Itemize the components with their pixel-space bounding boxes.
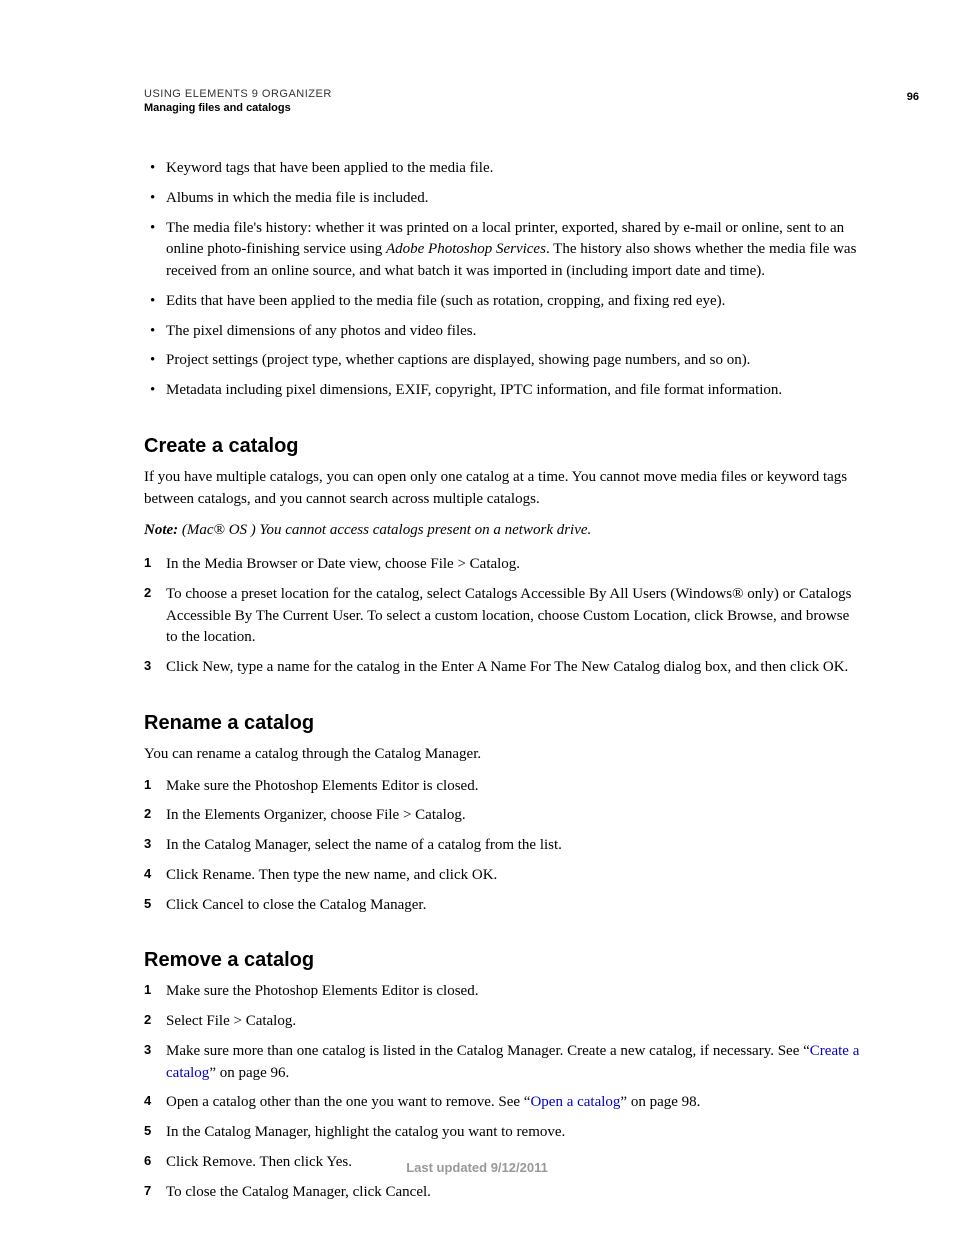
step-text: Select File > Catalog. — [166, 1013, 296, 1029]
list-item: The media file's history: whether it was… — [144, 218, 864, 283]
top-bullet-list: Keyword tags that have been applied to t… — [144, 158, 864, 402]
rename-steps: Make sure the Photoshop Elements Editor … — [144, 776, 864, 917]
footer-updated: Last updated 9/12/2011 — [0, 1160, 954, 1175]
step-item: To close the Catalog Manager, click Canc… — [144, 1182, 864, 1204]
note-label: Note: — [144, 522, 178, 538]
create-note: Note: (Mac® OS ) You cannot access catal… — [144, 520, 864, 542]
content: Keyword tags that have been applied to t… — [144, 158, 864, 1203]
step-item: Select File > Catalog. — [144, 1011, 864, 1033]
heading-remove: Remove a catalog — [144, 946, 864, 975]
step-item: Click Cancel to close the Catalog Manage… — [144, 895, 864, 917]
step-item: In the Elements Organizer, choose File >… — [144, 805, 864, 827]
list-text: Keyword tags that have been applied to t… — [166, 160, 493, 176]
step-text-pre: Make sure more than one catalog is liste… — [166, 1043, 810, 1059]
list-text: Edits that have been applied to the medi… — [166, 293, 725, 309]
note-body: (Mac® OS ) You cannot access catalogs pr… — [178, 522, 591, 538]
page-number-wrap: 96 — [907, 88, 919, 105]
step-text: To close the Catalog Manager, click Canc… — [166, 1184, 431, 1200]
step-item: In the Catalog Manager, highlight the ca… — [144, 1122, 864, 1144]
step-text-post: ” on page 98. — [620, 1094, 700, 1110]
link-open-catalog[interactable]: Open a catalog — [530, 1094, 620, 1110]
list-item: Keyword tags that have been applied to t… — [144, 158, 864, 180]
step-item: Make sure more than one catalog is liste… — [144, 1041, 864, 1085]
list-text-italic: Adobe Photoshop Services — [386, 241, 546, 257]
list-item: Metadata including pixel dimensions, EXI… — [144, 380, 864, 402]
step-text: To choose a preset location for the cata… — [166, 586, 851, 646]
heading-create: Create a catalog — [144, 432, 864, 461]
step-text: Click Rename. Then type the new name, an… — [166, 867, 497, 883]
rename-intro: You can rename a catalog through the Cat… — [144, 744, 864, 766]
step-item: Click Rename. Then type the new name, an… — [144, 865, 864, 887]
step-item: In the Media Browser or Date view, choos… — [144, 554, 864, 576]
header-subtitle: Managing files and catalogs — [144, 102, 864, 114]
step-text: In the Media Browser or Date view, choos… — [166, 556, 520, 572]
step-item: Make sure the Photoshop Elements Editor … — [144, 981, 864, 1003]
list-item: The pixel dimensions of any photos and v… — [144, 321, 864, 343]
step-item: Open a catalog other than the one you wa… — [144, 1092, 864, 1114]
list-text: The pixel dimensions of any photos and v… — [166, 323, 476, 339]
page-number: 96 — [907, 91, 919, 103]
create-steps: In the Media Browser or Date view, choos… — [144, 554, 864, 679]
step-item: In the Catalog Manager, select the name … — [144, 835, 864, 857]
list-item: Project settings (project type, whether … — [144, 350, 864, 372]
step-text: Make sure the Photoshop Elements Editor … — [166, 983, 478, 999]
list-text: Albums in which the media file is includ… — [166, 190, 428, 206]
step-text-pre: Open a catalog other than the one you wa… — [166, 1094, 530, 1110]
page: USING ELEMENTS 9 ORGANIZER Managing file… — [0, 0, 954, 1235]
step-text: In the Elements Organizer, choose File >… — [166, 807, 466, 823]
header-title: USING ELEMENTS 9 ORGANIZER — [144, 88, 864, 100]
step-item: Make sure the Photoshop Elements Editor … — [144, 776, 864, 798]
list-item: Edits that have been applied to the medi… — [144, 291, 864, 313]
step-text: In the Catalog Manager, select the name … — [166, 837, 562, 853]
heading-rename: Rename a catalog — [144, 709, 864, 738]
page-header: USING ELEMENTS 9 ORGANIZER Managing file… — [144, 88, 864, 128]
step-text: Make sure the Photoshop Elements Editor … — [166, 778, 478, 794]
step-item: Click New, type a name for the catalog i… — [144, 657, 864, 679]
list-text: Project settings (project type, whether … — [166, 352, 750, 368]
step-item: To choose a preset location for the cata… — [144, 584, 864, 649]
step-text-post: ” on page 96. — [209, 1065, 289, 1081]
list-text: Metadata including pixel dimensions, EXI… — [166, 382, 782, 398]
step-text: Click Cancel to close the Catalog Manage… — [166, 897, 426, 913]
step-text: Click New, type a name for the catalog i… — [166, 659, 848, 675]
step-text: In the Catalog Manager, highlight the ca… — [166, 1124, 565, 1140]
create-intro: If you have multiple catalogs, you can o… — [144, 467, 864, 511]
list-item: Albums in which the media file is includ… — [144, 188, 864, 210]
